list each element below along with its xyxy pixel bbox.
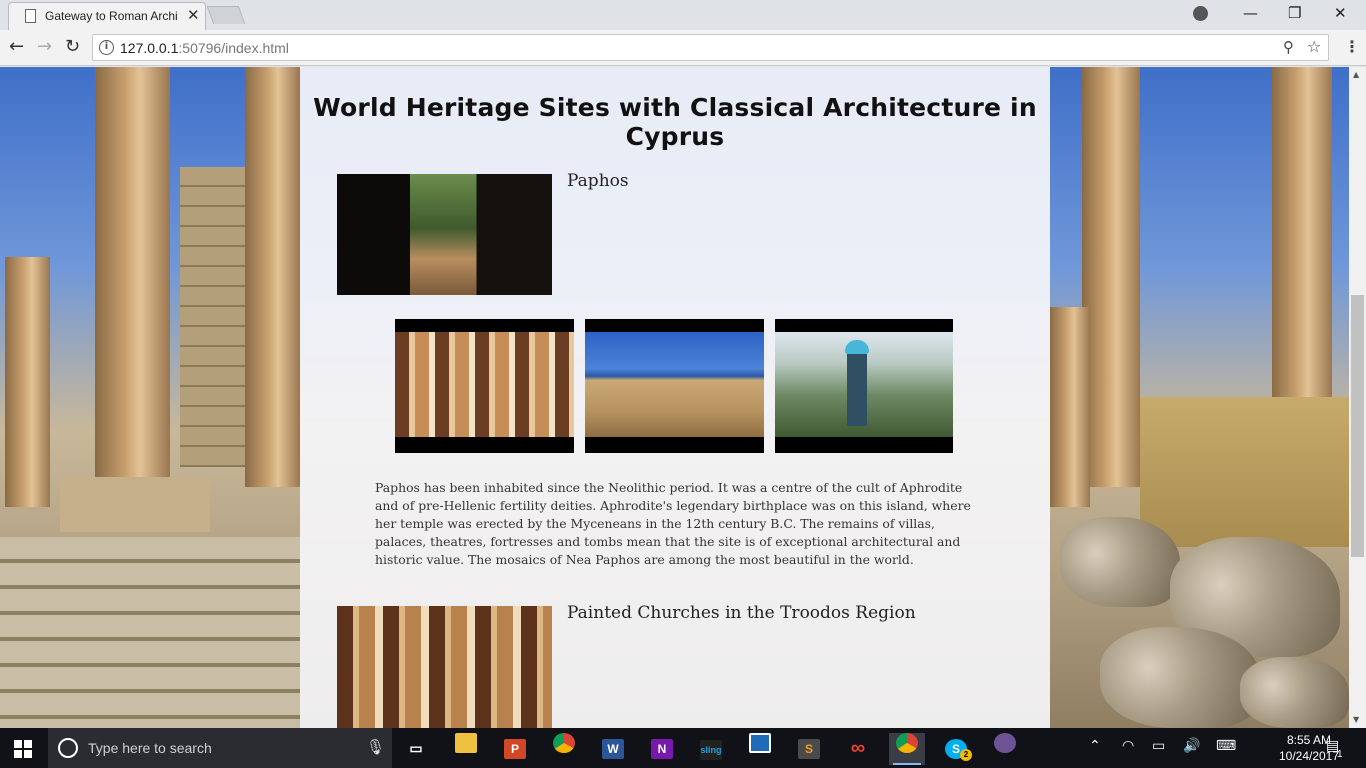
browser-toolbar: ← → ↻ i 127.0.0.1:50796/index.html ⚲ ☆ ⋮ xyxy=(0,30,1366,66)
site-thumbnail-image[interactable] xyxy=(337,174,552,295)
background-column-base xyxy=(60,477,210,532)
gallery-image[interactable] xyxy=(395,319,574,453)
maximize-button[interactable]: ❐ xyxy=(1288,4,1301,22)
background-column xyxy=(1050,307,1090,507)
battery-icon[interactable]: ▭ xyxy=(1152,738,1165,754)
word-icon[interactable]: W xyxy=(595,733,631,765)
gallery-image[interactable] xyxy=(775,319,953,453)
active-indicator xyxy=(893,763,921,765)
volume-icon[interactable]: 🔊 xyxy=(1183,738,1200,754)
gallery-image[interactable] xyxy=(585,319,764,453)
bookmark-star-icon[interactable]: ☆ xyxy=(1307,37,1321,56)
skype-badge: 2 xyxy=(960,749,972,761)
zoom-icon[interactable]: ⚲ xyxy=(1283,38,1294,56)
github-desktop-icon[interactable] xyxy=(987,733,1023,765)
window-close-button[interactable]: ✕ xyxy=(1334,4,1347,22)
microphone-icon[interactable]: 🎙 xyxy=(366,738,385,756)
taskbar: Type here to search 🎙 ▭ P W N sling S ∞ … xyxy=(0,728,1366,768)
page-icon xyxy=(25,9,36,23)
new-tab-button[interactable] xyxy=(206,6,246,24)
background-steps xyxy=(0,537,300,728)
background-rocks xyxy=(1100,627,1260,728)
url-path: :50796/index.html xyxy=(178,40,289,56)
helmet xyxy=(845,340,869,354)
file-explorer-icon[interactable] xyxy=(448,733,484,765)
onenote-icon[interactable]: N xyxy=(644,733,680,765)
vertical-scrollbar[interactable]: ▲ ▼ xyxy=(1349,67,1366,728)
url-text: 127.0.0.1:50796/index.html xyxy=(120,40,289,56)
background-column xyxy=(1082,67,1140,487)
keyboard-icon[interactable]: ⌨ xyxy=(1216,738,1236,754)
show-hidden-icons-chevron-icon[interactable]: ⌃ xyxy=(1089,738,1101,754)
back-arrow-icon[interactable]: ← xyxy=(9,36,24,57)
wifi-icon[interactable]: ◠ xyxy=(1122,738,1134,754)
sublime-text-icon[interactable]: S xyxy=(791,733,827,765)
scroll-up-icon[interactable]: ▲ xyxy=(1353,70,1359,79)
chrome-icon[interactable] xyxy=(546,733,582,765)
background-column xyxy=(95,67,170,497)
minimize-button[interactable]: — xyxy=(1243,4,1258,22)
scroll-down-icon[interactable]: ▼ xyxy=(1353,715,1359,724)
background-grass xyxy=(1140,397,1349,547)
scrollbar-thumb[interactable] xyxy=(1351,295,1364,557)
skype-icon[interactable]: S2 xyxy=(938,733,974,765)
background-column xyxy=(245,67,300,487)
background-rocks xyxy=(1060,517,1180,607)
content-panel: World Heritage Sites with Classical Arch… xyxy=(300,67,1050,728)
infinity-app-icon[interactable]: ∞ xyxy=(840,733,876,765)
site-description: Paphos has been inhabited since the Neol… xyxy=(375,480,971,567)
taskbar-search[interactable]: Type here to search 🎙 xyxy=(48,728,392,768)
browser-tab[interactable]: Gateway to Roman Archi ✕ xyxy=(8,2,206,30)
tile-app-icon[interactable] xyxy=(742,733,778,765)
browser-menu-icon[interactable]: ⋮ xyxy=(1344,37,1360,56)
page-viewport: World Heritage Sites with Classical Arch… xyxy=(0,67,1349,728)
forward-arrow-icon[interactable]: → xyxy=(37,36,52,57)
address-bar[interactable]: i 127.0.0.1:50796/index.html ⚲ ☆ xyxy=(92,34,1329,61)
background-column xyxy=(5,257,50,507)
child-figure xyxy=(847,346,867,426)
background-rocks xyxy=(1240,657,1349,728)
site-title: Painted Churches in the Troodos Region xyxy=(567,603,916,623)
search-placeholder: Type here to search xyxy=(88,740,212,756)
tab-close-icon[interactable]: ✕ xyxy=(187,6,200,24)
site-thumbnail-image[interactable] xyxy=(337,606,552,728)
chrome-active-icon[interactable] xyxy=(889,733,925,765)
page-title: World Heritage Sites with Classical Arch… xyxy=(313,93,1037,151)
task-view-icon[interactable]: ▭ xyxy=(398,733,434,765)
cortana-icon xyxy=(58,738,78,758)
browser-tab-bar: Gateway to Roman Archi ✕ — ❐ ✕ xyxy=(0,0,1366,30)
reload-icon[interactable]: ↻ xyxy=(65,36,80,57)
sling-icon[interactable]: sling xyxy=(693,733,729,765)
profile-icon[interactable] xyxy=(1193,6,1208,21)
windows-start-icon[interactable] xyxy=(14,740,32,758)
powerpoint-icon[interactable]: P xyxy=(497,733,533,765)
site-info-icon[interactable]: i xyxy=(99,40,114,55)
notification-count: 1 xyxy=(1337,749,1343,760)
site-title: Paphos xyxy=(567,171,629,191)
url-host: 127.0.0.1 xyxy=(120,40,179,56)
tab-title: Gateway to Roman Archi xyxy=(45,9,178,23)
